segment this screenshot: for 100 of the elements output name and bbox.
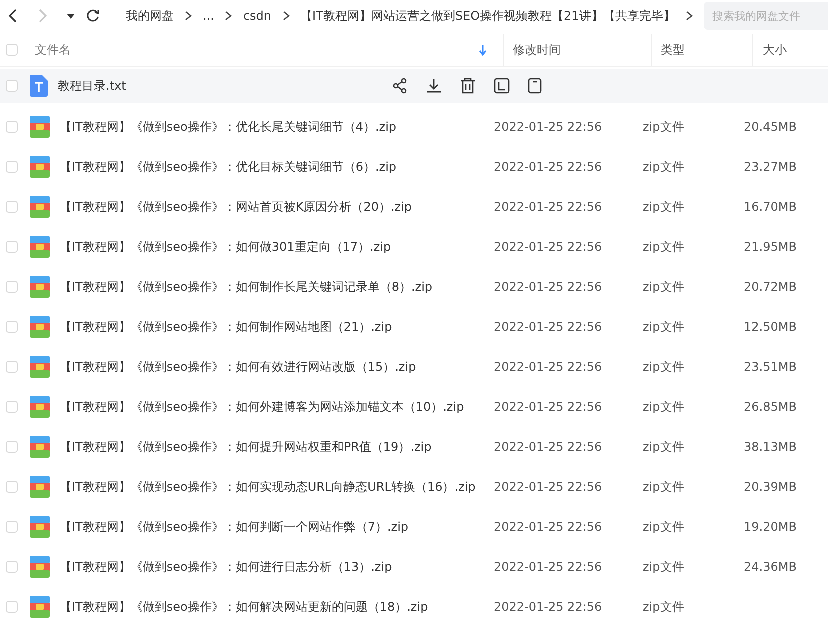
- breadcrumb-link[interactable]: csdn: [243, 9, 272, 23]
- chevron-icon: [282, 11, 290, 21]
- file-size: 16.70MB: [744, 200, 797, 214]
- file-name[interactable]: 【IT教程网】《做到seo操作》：如何实现动态URL向静态URL转换（16）.zip: [60, 478, 484, 496]
- file-name[interactable]: 【IT教程网】《做到seo操作》：优化目标关键词细节（6）.zip: [60, 158, 484, 176]
- file-name[interactable]: 【IT教程网】《做到seo操作》：如何外建博客为网站添加锚文本（10）.zip: [60, 398, 484, 416]
- file-size: 24.36MB: [744, 560, 797, 574]
- column-header[interactable]: 大小: [763, 42, 787, 58]
- checkbox[interactable]: [6, 401, 18, 413]
- breadcrumb-link[interactable]: 我的网盘: [126, 8, 174, 24]
- file-type: zip文件: [643, 558, 686, 576]
- breadcrumb-link[interactable]: 【IT教程网】网站运营之做到SEO操作视频教程【21讲】【共享完毕】: [300, 8, 676, 24]
- file-type: zip文件: [643, 278, 686, 296]
- sort-arrow-icon[interactable]: [479, 44, 487, 56]
- file-size: 12.50MB: [744, 320, 797, 334]
- file-type: zip文件: [643, 598, 686, 616]
- file-type: zip文件: [643, 158, 686, 176]
- document-icon[interactable]: [528, 78, 542, 94]
- modified-date: 2022-01-25 22:56: [494, 280, 604, 294]
- file-type: zip文件: [643, 518, 686, 536]
- archive-file-icon: [30, 356, 50, 378]
- file-name[interactable]: 【IT教程网】《做到seo操作》：如何有效进行网站改版（15）.zip: [60, 358, 484, 376]
- archive-file-icon: [30, 476, 50, 498]
- file-size: 19.20MB: [744, 520, 797, 534]
- share-icon[interactable]: [392, 78, 408, 94]
- search-field[interactable]: 搜索我的网盘文件: [704, 2, 828, 30]
- file-size: 20.39MB: [744, 480, 797, 494]
- archive-file-icon: [30, 316, 50, 338]
- file-size: 21.95MB: [744, 240, 797, 254]
- archive-file-icon: [30, 516, 50, 538]
- file-type: zip文件: [643, 478, 686, 496]
- file-type: zip文件: [643, 318, 686, 336]
- refresh-icon[interactable]: [86, 9, 100, 23]
- archive-file-icon: [30, 596, 50, 618]
- modified-date: 2022-01-25 22:56: [494, 480, 604, 494]
- checkbox[interactable]: [6, 321, 18, 333]
- modified-date: 2022-01-25 22:56: [494, 440, 604, 454]
- checkbox[interactable]: [6, 201, 18, 213]
- rename-icon[interactable]: [494, 78, 510, 94]
- archive-file-icon: [30, 556, 50, 578]
- chevron-icon: [185, 11, 192, 21]
- modified-date: 2022-01-25 22:56: [494, 400, 604, 414]
- archive-file-icon: [30, 396, 50, 418]
- file-type: zip文件: [643, 358, 686, 376]
- archive-file-icon: [30, 116, 50, 138]
- archive-file-icon: [30, 436, 50, 458]
- file-name[interactable]: 【IT教程网】《做到seo操作》：如何制作网站地图（21）.zip: [60, 318, 484, 336]
- file-type: zip文件: [643, 198, 686, 216]
- file-size: 20.45MB: [744, 120, 797, 134]
- checkbox[interactable]: [6, 481, 18, 493]
- checkbox[interactable]: [6, 561, 18, 573]
- text-file-icon: [30, 75, 48, 97]
- file-name[interactable]: 【IT教程网】《做到seo操作》：如何解决网站更新的问题（18）.zip: [60, 598, 484, 616]
- archive-file-icon: [30, 196, 50, 218]
- trash-icon[interactable]: [460, 78, 476, 94]
- checkbox[interactable]: [6, 441, 18, 453]
- file-type: zip文件: [643, 238, 686, 256]
- dropdown-icon[interactable]: [67, 14, 75, 18]
- checkbox[interactable]: [6, 281, 18, 293]
- column-header[interactable]: 修改时间: [513, 42, 561, 58]
- file-size: 23.51MB: [744, 360, 797, 374]
- file-type: zip文件: [643, 438, 686, 456]
- file-size: 38.13MB: [744, 440, 797, 454]
- archive-file-icon: [30, 156, 50, 178]
- archive-file-icon: [30, 276, 50, 298]
- back-icon[interactable]: [8, 9, 18, 23]
- file-name[interactable]: 【IT教程网】《做到seo操作》：网站首页被K原因分析（20）.zip: [60, 198, 484, 216]
- checkbox[interactable]: [6, 80, 18, 92]
- checkbox[interactable]: [6, 161, 18, 173]
- file-name[interactable]: 【IT教程网】《做到seo操作》：如何提升网站权重和PR值（19）.zip: [60, 438, 484, 456]
- checkbox[interactable]: [6, 361, 18, 373]
- checkbox[interactable]: [6, 601, 18, 613]
- file-size: 23.27MB: [744, 160, 797, 174]
- checkbox[interactable]: [6, 241, 18, 253]
- modified-date: 2022-01-25 22:56: [494, 560, 604, 574]
- file-name[interactable]: 【IT教程网】《做到seo操作》：优化长尾关键词细节（4）.zip: [60, 118, 484, 136]
- column-header[interactable]: 文件名: [35, 42, 71, 58]
- forward-icon[interactable]: [38, 9, 48, 23]
- modified-date: 2022-01-25 22:56: [494, 120, 604, 134]
- chevron-icon: [686, 11, 694, 21]
- modified-date: 2022-01-25 22:56: [494, 200, 604, 214]
- column-header[interactable]: 类型: [661, 42, 685, 58]
- file-size: 26.85MB: [744, 400, 797, 414]
- checkbox[interactable]: [6, 121, 18, 133]
- file-name[interactable]: 【IT教程网】《做到seo操作》：如何制作长尾关键词记录单（8）.zip: [60, 278, 484, 296]
- modified-date: 2022-01-25 22:56: [494, 600, 604, 614]
- breadcrumb-link[interactable]: ...: [203, 9, 214, 23]
- modified-date: 2022-01-25 22:56: [494, 160, 604, 174]
- checkbox[interactable]: [6, 521, 18, 533]
- file-type: zip文件: [643, 118, 686, 136]
- modified-date: 2022-01-25 22:56: [494, 240, 604, 254]
- modified-date: 2022-01-25 22:56: [494, 360, 604, 374]
- modified-date: 2022-01-25 22:56: [494, 520, 604, 534]
- file-name[interactable]: 【IT教程网】《做到seo操作》：如何做301重定向（17）.zip: [60, 238, 484, 256]
- file-name[interactable]: 【IT教程网】《做到seo操作》：如何进行日志分析（13）.zip: [60, 558, 484, 576]
- archive-file-icon: [30, 236, 50, 258]
- download-icon[interactable]: [426, 78, 442, 94]
- file-name[interactable]: 【IT教程网】《做到seo操作》：如何判断一个网站作弊（7）.zip: [60, 518, 484, 536]
- modified-date: 2022-01-25 22:56: [494, 320, 604, 334]
- checkbox[interactable]: [6, 44, 18, 56]
